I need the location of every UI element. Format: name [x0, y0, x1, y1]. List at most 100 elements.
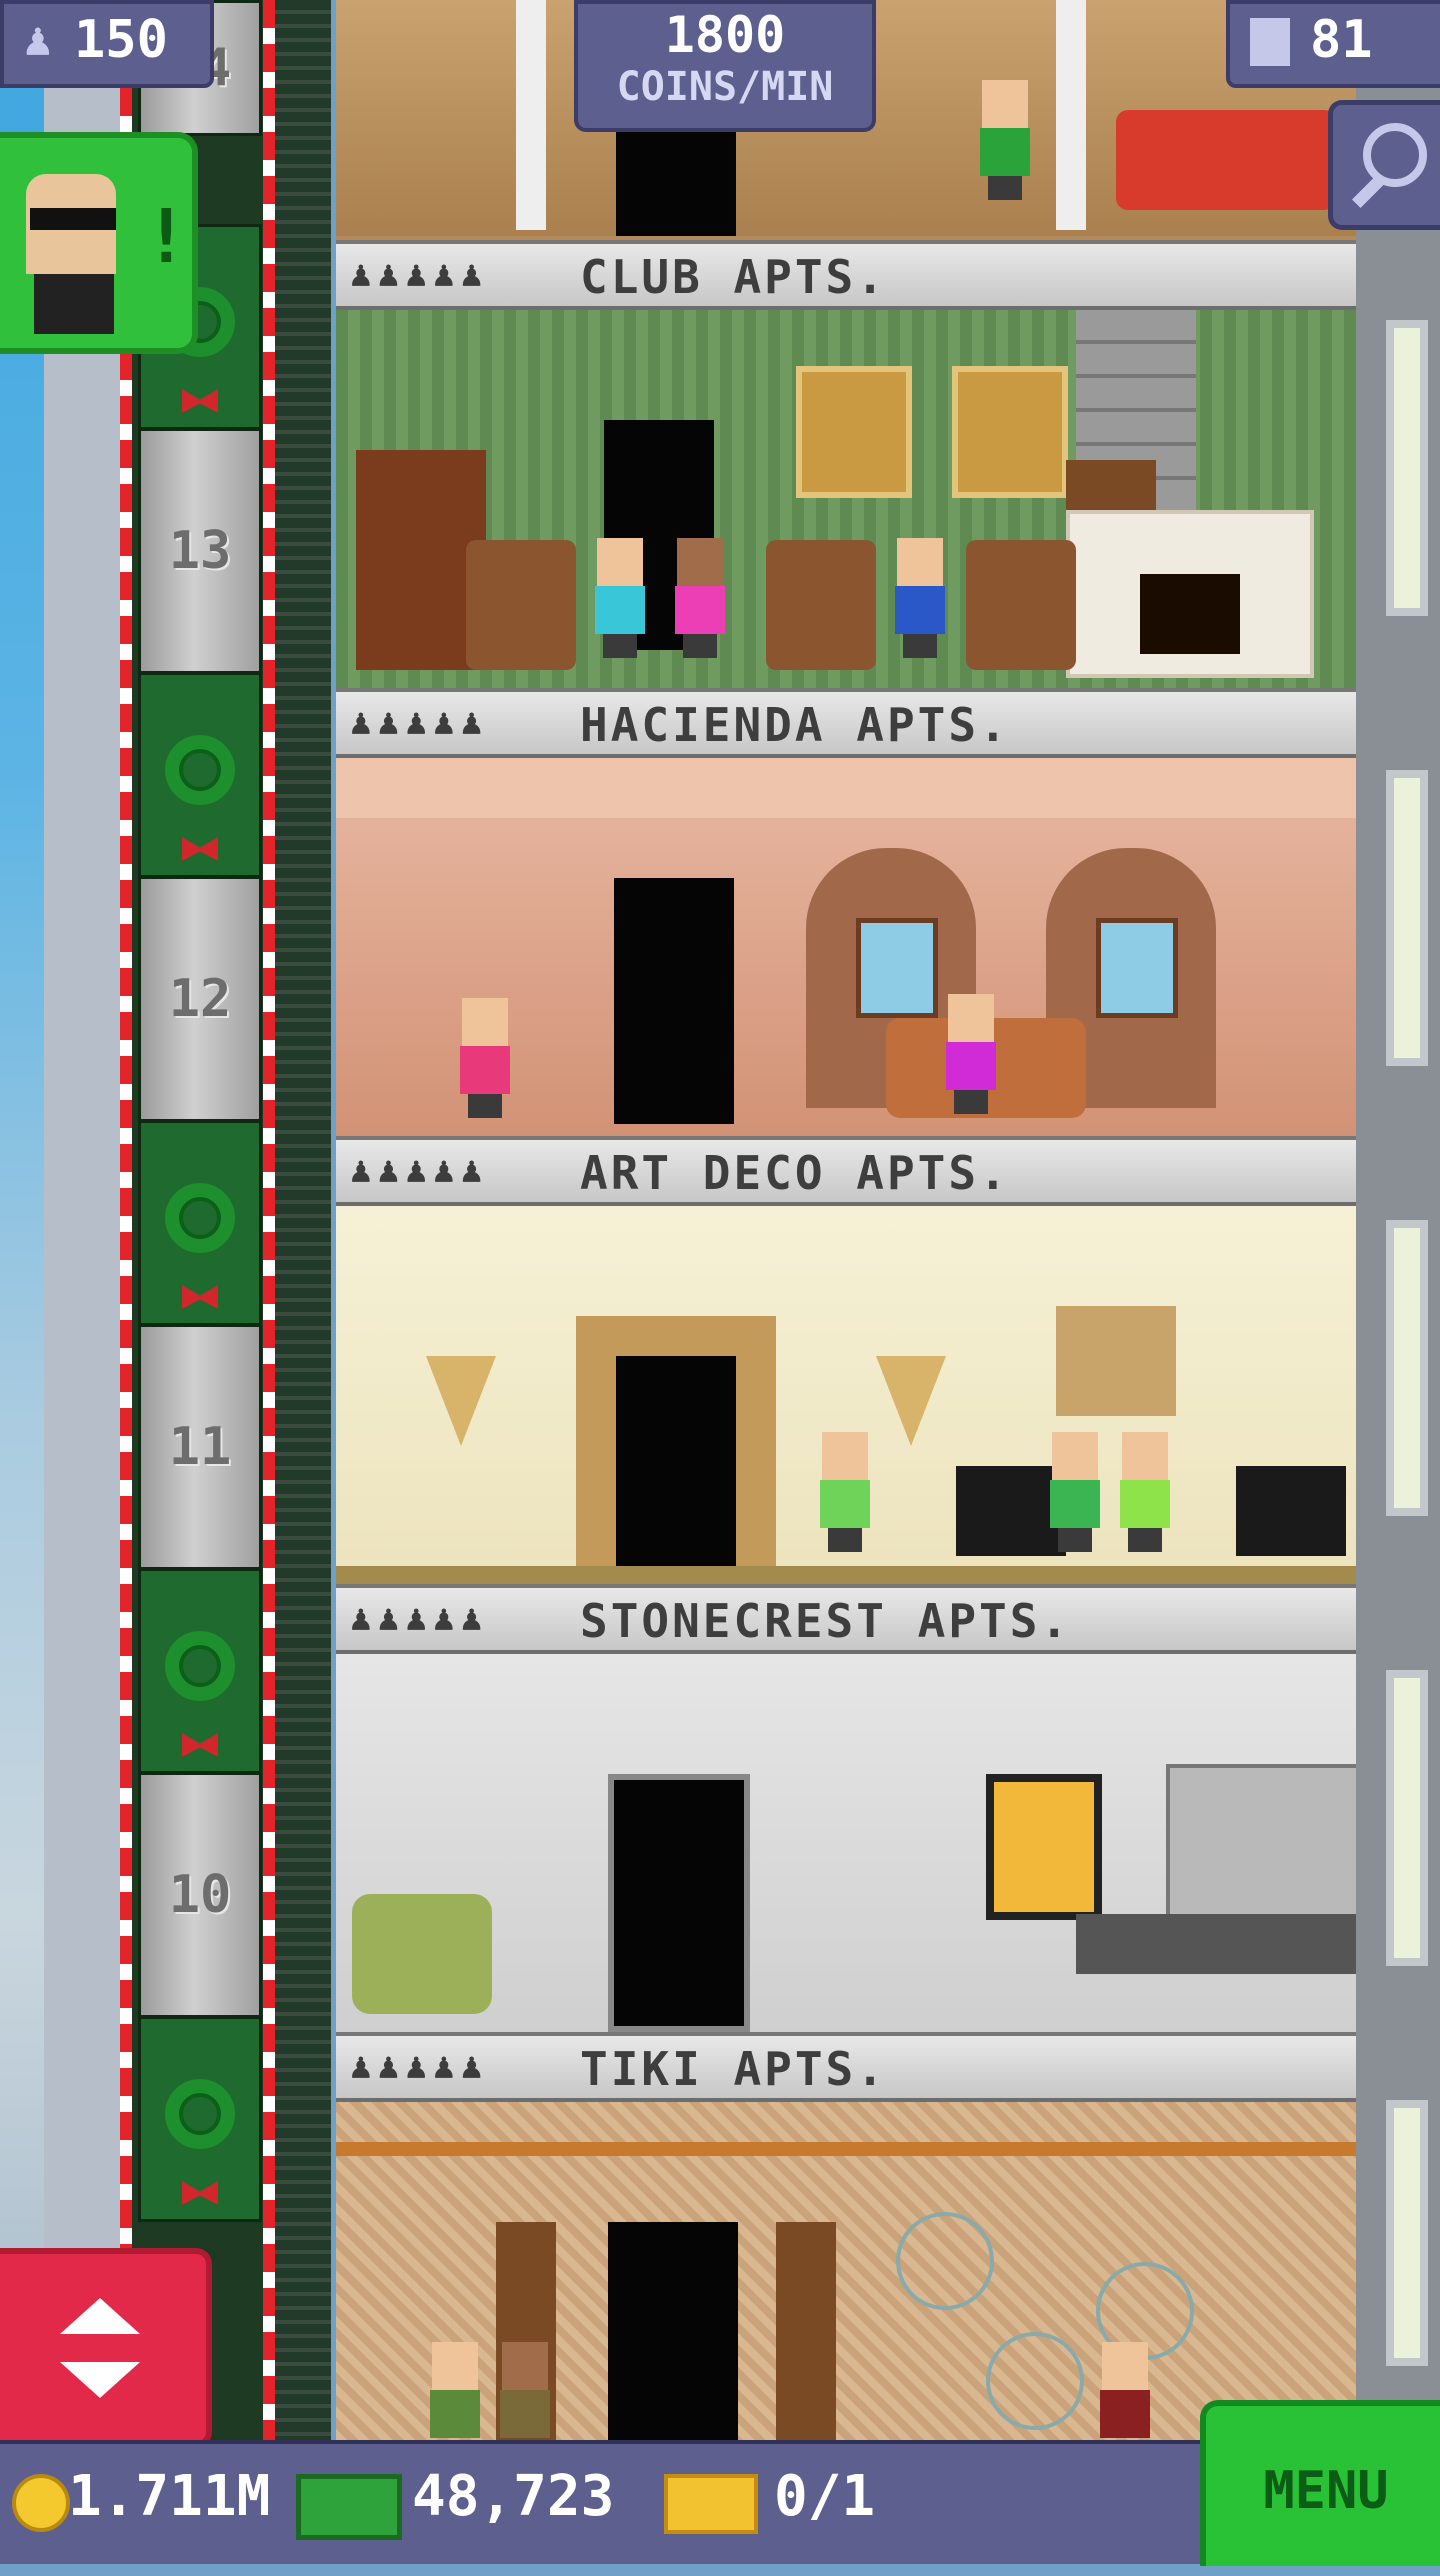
floor-art-deco-apts[interactable]: ♟♟♟♟♟ ART DECO APTS.: [336, 1136, 1356, 1594]
doorway: [616, 120, 736, 236]
elevator-floor-cell: 12: [138, 876, 262, 1122]
bitizen[interactable]: [1096, 2342, 1154, 2440]
tower-exterior: [44, 0, 124, 2560]
elevator-floor-number: 13: [168, 521, 232, 581]
room-interior: [336, 310, 1356, 690]
bitizen[interactable]: [942, 994, 1000, 1114]
bitizen-body: [1120, 1480, 1170, 1528]
arrow-up-icon: [60, 2298, 140, 2334]
bitizen[interactable]: [496, 2342, 554, 2440]
ticket-icon: [664, 2474, 758, 2534]
wall-painting: [986, 1774, 1102, 1920]
red-sofa: [1116, 110, 1336, 210]
column: [516, 0, 546, 230]
residents-icons: ♟♟♟♟♟: [350, 702, 489, 743]
bitizen-head: [462, 998, 508, 1046]
population-counter[interactable]: ♟ 150: [0, 0, 214, 88]
elevator-door-cell: [138, 1120, 262, 1326]
floor-header[interactable]: ♟♟♟♟♟ ART DECO APTS.: [336, 1136, 1356, 1206]
vip-alert: !: [144, 194, 189, 280]
room-interior: [336, 1654, 1356, 2034]
elevator-control-button[interactable]: [0, 2248, 212, 2448]
bitizen-legs: [1128, 1528, 1162, 1552]
door-frame: [576, 1316, 776, 1586]
floor-name: STONECREST APTS.: [580, 1594, 1072, 1648]
bitizen[interactable]: [891, 538, 949, 658]
elevator-floor-number: 11: [168, 1417, 232, 1477]
bitizen[interactable]: [591, 538, 649, 658]
floor-name: ART DECO APTS.: [580, 1146, 1010, 1200]
building-icon: [1250, 18, 1290, 66]
green-armchair: [352, 1894, 492, 2014]
coins-rate-unit: COINS/MIN: [616, 64, 834, 110]
floor-header[interactable]: ♟♟♟♟♟ TIKI APTS.: [336, 2032, 1356, 2102]
elevator-floor-number: 10: [168, 1865, 232, 1925]
floor-name: CLUB APTS.: [580, 250, 887, 304]
bitizen-head: [502, 2342, 548, 2390]
wreath-icon: [165, 735, 235, 805]
coins-per-minute-panel[interactable]: 1800 COINS/MIN: [574, 0, 876, 132]
bitizen[interactable]: [456, 998, 514, 1118]
population-value: 150: [74, 10, 168, 70]
floor-header[interactable]: ♟♟♟♟♟ CLUB APTS.: [336, 240, 1356, 310]
floor-tiki-apts[interactable]: ♟♟♟♟♟ TIKI APTS.: [336, 2032, 1356, 2440]
bux-icon: [296, 2474, 402, 2540]
coins-total: 1.711M: [68, 2464, 271, 2529]
floor-hacienda-apts[interactable]: ♟♟♟♟♟ HACIENDA APTS.: [336, 688, 1356, 1146]
coin-icon: [12, 2474, 70, 2532]
floor-header[interactable]: ♟♟♟♟♟ HACIENDA APTS.: [336, 688, 1356, 758]
doorway: [608, 2222, 738, 2440]
bitizen[interactable]: [1116, 1432, 1174, 1552]
bow-icon: [182, 1733, 218, 1757]
menu-label: MENU: [1263, 2461, 1389, 2521]
bitizen-head: [897, 538, 943, 586]
elevator-floor-number: 12: [168, 969, 232, 1029]
bitizen-legs: [603, 634, 637, 658]
floors-value: 81: [1310, 10, 1373, 70]
bitizen[interactable]: [426, 2342, 484, 2440]
side-window: [1386, 770, 1428, 1066]
floors-counter[interactable]: 81: [1226, 0, 1440, 88]
bitizen[interactable]: [671, 538, 729, 658]
sky-background: [0, 0, 44, 2560]
search-floor-button[interactable]: [1328, 100, 1440, 230]
bamboo-beam: [336, 2142, 1356, 2156]
wall-sconce: [876, 1356, 946, 1446]
elevator-door-cell: [138, 672, 262, 878]
column: [1056, 0, 1086, 230]
bitizen-legs: [954, 1090, 988, 1114]
bitizen-legs: [828, 1528, 862, 1552]
vip-button[interactable]: !: [0, 132, 198, 354]
bitizen-body: [675, 586, 725, 634]
tickets-count: 0/1: [774, 2464, 876, 2529]
doorway: [608, 1774, 750, 2032]
bitizen-head: [597, 538, 643, 586]
menu-button[interactable]: MENU: [1200, 2400, 1440, 2566]
bitizen-legs: [903, 634, 937, 658]
floor-stonecrest-apts[interactable]: ♟♟♟♟♟ STONECREST APTS.: [336, 1584, 1356, 2042]
kitchen-cabinets: [1166, 1764, 1356, 1922]
floor-header[interactable]: ♟♟♟♟♟ STONECREST APTS.: [336, 1584, 1356, 1654]
black-chair: [1236, 1466, 1346, 1556]
doorway: [614, 878, 734, 1124]
bitizen-legs: [988, 176, 1022, 200]
elevator-door-cell: [138, 2016, 262, 2222]
elevator-floor-cell: 13: [138, 428, 262, 674]
bow-icon: [182, 1285, 218, 1309]
bitizen[interactable]: [1046, 1432, 1104, 1552]
wall-trim: [336, 758, 1356, 818]
fire-opening: [1140, 574, 1240, 654]
bitizen[interactable]: [976, 80, 1034, 200]
floor-club-apts[interactable]: ♟♟♟♟♟ CLUB APTS.: [336, 240, 1356, 698]
elevator-door-cell: [138, 1568, 262, 1774]
bux-total: 48,723: [412, 2464, 615, 2529]
bitizen[interactable]: [816, 1432, 874, 1552]
kitchen-counter: [1076, 1914, 1356, 1974]
residents-icons: ♟♟♟♟♟: [350, 2046, 489, 2087]
bitizen-body: [895, 586, 945, 634]
shaft-wall: [275, 0, 331, 2440]
bitizen-legs: [683, 634, 717, 658]
elevator-shaft[interactable]: 14 13 12 11 10: [120, 0, 275, 2440]
elevator-floor-cell: 11: [138, 1324, 262, 1570]
wreath-icon: [165, 1631, 235, 1701]
